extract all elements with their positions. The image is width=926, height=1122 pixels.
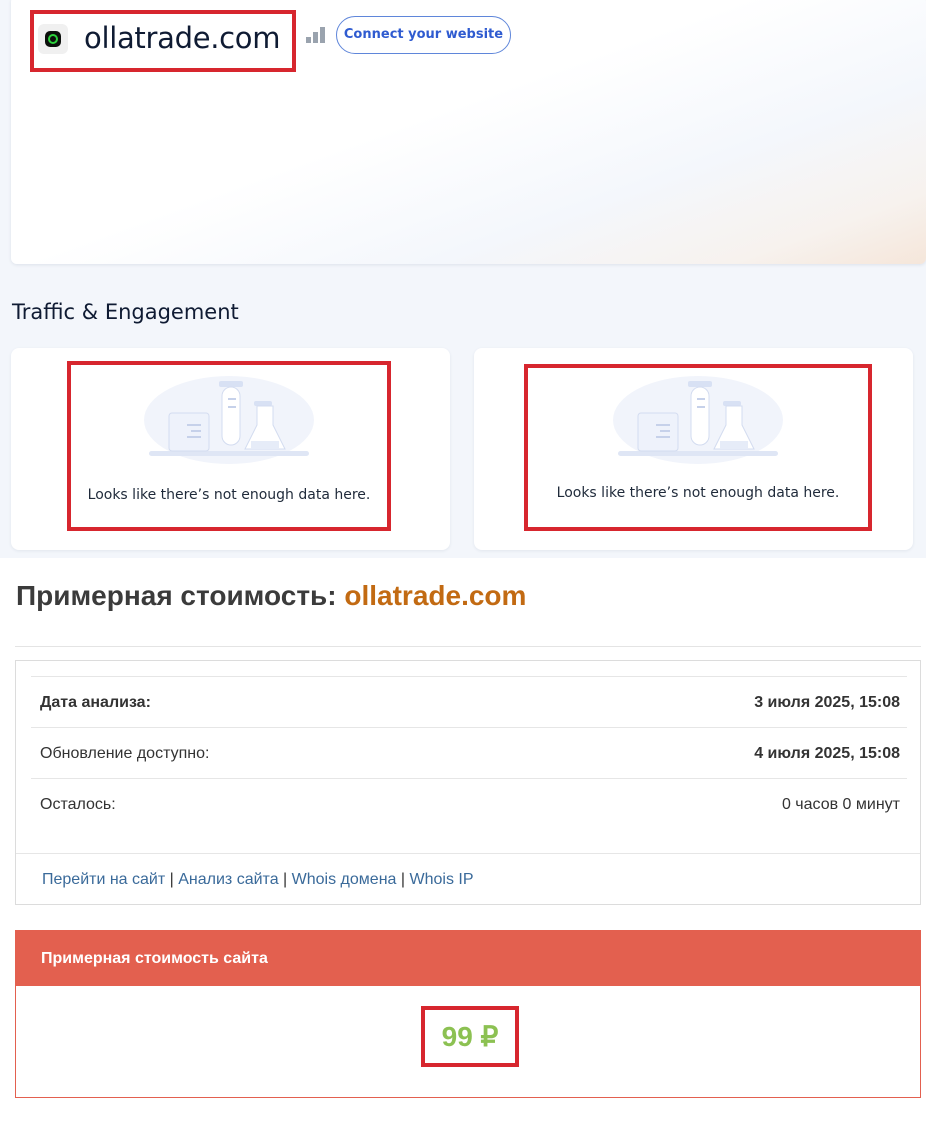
valuation-title: Примерная стоимость: ollatrade.com — [16, 580, 526, 612]
empty-lab-illustration-icon — [144, 376, 314, 464]
price-panel-header: Примерная стоимость сайта — [16, 931, 920, 986]
site-links: Перейти на сайт | Анализ сайта | Whois д… — [42, 871, 474, 889]
valuation-title-prefix: Примерная стоимость: — [16, 580, 337, 611]
links-row: Перейти на сайт | Анализ сайта | Whois д… — [16, 853, 920, 905]
analysis-date-value: 3 июля 2025, 15:08 — [754, 694, 900, 711]
connect-website-button[interactable]: Connect your website — [336, 16, 511, 54]
analysis-info-panel: Дата анализа: 3 июля 2025, 15:08 Обновле… — [15, 660, 921, 905]
valuation-title-domain: ollatrade.com — [344, 580, 527, 611]
site-favicon-icon — [38, 24, 68, 54]
analysis-date-row: Дата анализа: 3 июля 2025, 15:08 — [31, 676, 907, 727]
no-data-highlight-box: Looks like there’s not enough data here. — [67, 361, 391, 531]
domain-name: ollatrade.com — [84, 21, 281, 55]
no-data-message: Looks like there’s not enough data here. — [556, 485, 840, 501]
divider — [15, 646, 921, 647]
link-separator: | — [400, 871, 406, 888]
link-separator: | — [169, 871, 174, 888]
site-analysis-link[interactable]: Анализ сайта — [178, 871, 278, 888]
whois-domain-link[interactable]: Whois домена — [292, 871, 397, 888]
no-data-highlight-box: Looks like there’s not enough data here. — [524, 364, 872, 531]
domain-highlight-box: ollatrade.com — [30, 10, 296, 72]
traffic-card-left: Looks like there’s not enough data here. — [11, 348, 450, 550]
time-remaining-value: 0 часов 0 минут — [781, 796, 900, 813]
update-available-row: Обновление доступно: 4 июля 2025, 15:08 — [31, 727, 907, 778]
rank-bars-icon — [306, 27, 326, 43]
go-to-site-link[interactable]: Перейти на сайт — [42, 871, 165, 888]
site-price-panel: Примерная стоимость сайта 99 ₽ — [15, 930, 921, 1098]
whois-ip-link[interactable]: Whois IP — [409, 871, 473, 888]
link-separator: | — [283, 871, 288, 888]
price-panel-title: Примерная стоимость сайта — [41, 950, 268, 967]
empty-lab-illustration-icon — [613, 376, 783, 464]
time-remaining-label: Осталось: — [40, 796, 116, 813]
analysis-date-label: Дата анализа: — [40, 694, 151, 711]
traffic-card-right: Looks like there’s not enough data here. — [474, 348, 913, 550]
update-available-value: 4 июля 2025, 15:08 — [754, 745, 900, 762]
update-available-label: Обновление доступно: — [40, 745, 210, 762]
no-data-message: Looks like there’s not enough data here. — [87, 487, 371, 503]
site-price-value: 99 ₽ — [421, 1006, 519, 1067]
time-remaining-row: Осталось: 0 часов 0 минут — [31, 778, 907, 829]
section-title-traffic: Traffic & Engagement — [12, 300, 239, 324]
